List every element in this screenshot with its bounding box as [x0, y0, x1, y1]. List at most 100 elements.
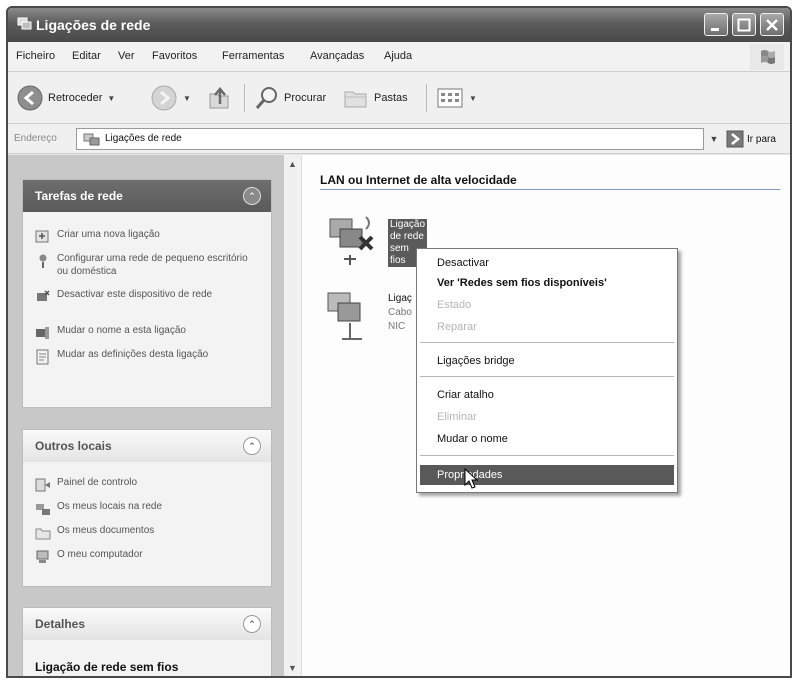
menu-favoritos[interactable]: Favoritos: [152, 50, 197, 62]
menu-ajuda[interactable]: Ajuda: [384, 50, 412, 62]
address-label: Endereço: [14, 133, 57, 144]
menu-item-status: Estado: [437, 299, 472, 311]
toolbar-separator: [426, 84, 427, 112]
address-value: Ligações de rede: [105, 133, 182, 144]
folders-button[interactable]: Pastas: [342, 82, 408, 114]
address-dropdown-icon[interactable]: ▼: [706, 130, 722, 148]
network-connections-icon: [17, 17, 32, 30]
menu-bar: Ficheiro Editar Ver Favoritos Ferramenta…: [8, 42, 790, 72]
task-change-settings[interactable]: Mudar as definições desta ligação: [35, 348, 253, 365]
place-label: Painel de controlo: [57, 477, 138, 488]
forward-button[interactable]: ▼: [150, 82, 191, 114]
window-title: Ligações de rede: [36, 17, 151, 33]
context-menu: Desactivar Ver 'Redes sem fios disponíve…: [416, 248, 678, 493]
place-my-documents[interactable]: Os meus documentos: [35, 524, 253, 541]
place-control-panel[interactable]: Painel de controlo: [35, 476, 253, 493]
documents-folder-icon: [35, 528, 51, 540]
task-label: Mudar as definições desta ligação: [57, 349, 209, 360]
collapse-icon[interactable]: ⌃: [243, 615, 261, 633]
go-arrow-icon: [726, 130, 744, 148]
menu-ver[interactable]: Ver: [118, 50, 135, 62]
up-folder-icon: [209, 87, 229, 109]
menu-avancadas[interactable]: Avançadas: [310, 50, 364, 62]
menu-item-properties[interactable]: Propriedades: [420, 465, 674, 485]
minimize-button[interactable]: [704, 13, 728, 36]
views-button[interactable]: ▼: [436, 82, 477, 114]
menu-ficheiro[interactable]: Ficheiro: [16, 50, 55, 62]
network-places-icon: [36, 504, 50, 515]
chevron-down-icon[interactable]: ▼: [183, 94, 191, 103]
scroll-down-icon[interactable]: ▼: [288, 663, 297, 673]
menu-item-deactivate[interactable]: Desactivar: [417, 253, 677, 273]
vertical-scrollbar[interactable]: ▲ ▼: [284, 155, 302, 676]
windows-logo-icon: [750, 44, 784, 70]
mouse-pointer-icon: [464, 468, 478, 489]
menu-item-repair: Reparar: [437, 321, 477, 333]
chevron-down-icon[interactable]: ▼: [469, 94, 477, 103]
details-header[interactable]: Detalhes ⌃: [23, 608, 271, 640]
place-label: Os meus documentos: [57, 525, 155, 536]
title-bar[interactable]: Ligações de rede: [8, 8, 790, 42]
close-button[interactable]: [760, 13, 784, 36]
lan-network-icon: [327, 292, 362, 340]
place-network-places[interactable]: Os meus locais na rede: [35, 500, 253, 517]
task-disable-device[interactable]: Desactivar este dispositivo de rede: [35, 288, 253, 305]
menu-ferramentas[interactable]: Ferramentas: [222, 50, 284, 62]
go-button[interactable]: Ir para: [726, 130, 776, 148]
lan-connection-name: Ligaç: [388, 293, 412, 304]
menu-editar[interactable]: Editar: [72, 50, 101, 62]
scroll-up-icon[interactable]: ▲: [288, 159, 297, 169]
rename-icon: [36, 327, 49, 339]
close-icon: [766, 19, 778, 31]
task-label: Criar uma nova ligação: [57, 229, 160, 240]
explorer-window: Ligações de rede Ficheiro Editar Ver Fav…: [6, 6, 792, 678]
search-button[interactable]: Procurar: [254, 82, 326, 114]
group-header: LAN ou Internet de alta velocidade: [320, 173, 517, 187]
task-pane: Tarefas de rede ⌃ Criar uma nova ligação…: [8, 155, 284, 676]
forward-arrow-icon: [151, 85, 177, 111]
network-tasks-title: Tarefas de rede: [35, 189, 123, 203]
home-network-icon: [39, 254, 47, 268]
collapse-icon[interactable]: ⌃: [243, 437, 261, 455]
menu-item-bridge[interactable]: Ligações bridge: [417, 351, 677, 371]
address-input[interactable]: Ligações de rede: [76, 128, 704, 150]
views-icon: [437, 88, 463, 108]
menu-item-rename[interactable]: Mudar o nome: [417, 429, 677, 449]
other-places-title: Outros locais: [35, 439, 112, 453]
new-connection-icon: [35, 230, 49, 243]
task-create-connection[interactable]: Criar uma nova ligação: [35, 228, 253, 245]
toolbar-separator: [244, 84, 245, 112]
task-label: Mudar o nome a esta ligação: [57, 325, 186, 336]
details-panel: Detalhes ⌃ Ligação de rede sem fios: [22, 607, 272, 676]
up-folder-button[interactable]: [206, 82, 232, 114]
control-panel-icon: [35, 478, 50, 492]
go-label: Ir para: [747, 133, 776, 145]
collapse-icon[interactable]: ⌃: [243, 187, 261, 205]
wireless-network-disabled-icon: [329, 216, 374, 265]
task-rename-connection[interactable]: Mudar o nome a esta ligação: [35, 324, 253, 341]
folders-icon: [344, 91, 367, 108]
other-places-panel: Outros locais ⌃ Painel de controlo Os me…: [22, 429, 272, 587]
chevron-down-icon[interactable]: ▼: [107, 94, 115, 103]
minimize-icon: [711, 28, 719, 31]
place-label: O meu computador: [57, 549, 143, 560]
menu-item-view-wireless[interactable]: Ver 'Redes sem fios disponíveis': [417, 273, 677, 293]
maximize-button[interactable]: [732, 13, 756, 36]
search-icon: [255, 87, 277, 109]
menu-separator: [420, 342, 674, 343]
task-setup-home-network[interactable]: Configurar uma rede de pequeno escritóri…: [35, 252, 253, 278]
network-connections-icon: [83, 133, 100, 146]
network-tasks-panel: Tarefas de rede ⌃ Criar uma nova ligação…: [22, 179, 272, 408]
place-label: Os meus locais na rede: [57, 501, 163, 512]
place-my-computer[interactable]: O meu computador: [35, 548, 253, 565]
lan-connection-device: NIC: [388, 321, 406, 332]
details-title: Detalhes: [35, 617, 86, 631]
back-arrow-icon: [17, 85, 43, 111]
menu-item-create-shortcut[interactable]: Criar atalho: [417, 385, 677, 405]
other-places-header[interactable]: Outros locais ⌃: [23, 430, 271, 462]
group-divider: [320, 189, 780, 190]
network-tasks-header[interactable]: Tarefas de rede ⌃: [23, 180, 271, 212]
folders-label: Pastas: [374, 92, 408, 104]
menu-separator: [420, 376, 674, 377]
back-button[interactable]: Retroceder ▼: [16, 82, 115, 114]
